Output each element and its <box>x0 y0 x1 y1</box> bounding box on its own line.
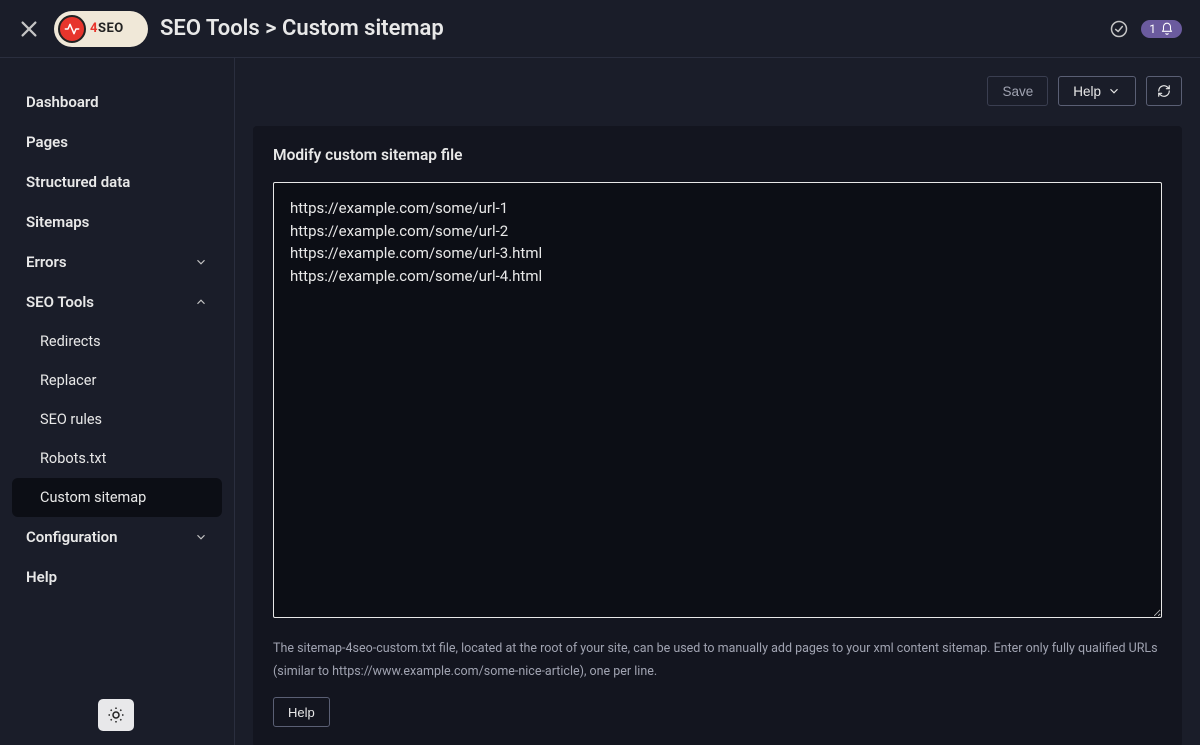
sidebar-sub-robots-txt[interactable]: Robots.txt <box>12 439 222 478</box>
refresh-button[interactable] <box>1146 76 1182 106</box>
panel-title: Modify custom sitemap file <box>273 146 1162 164</box>
sidebar-sub-seo-rules[interactable]: SEO rules <box>12 400 222 439</box>
sidebar-item-pages[interactable]: Pages <box>12 122 222 162</box>
help-dropdown-button[interactable]: Help <box>1058 76 1136 106</box>
sidebar-item-dashboard[interactable]: Dashboard <box>12 82 222 122</box>
sidebar-item-configuration[interactable]: Configuration <box>12 517 222 557</box>
toolbar: Save Help <box>253 76 1182 106</box>
sidebar-item-structured-data[interactable]: Structured data <box>12 162 222 202</box>
sidebar-item-errors[interactable]: Errors <box>12 242 222 282</box>
app-logo: 4SEO <box>54 11 148 47</box>
sidebar-item-help[interactable]: Help <box>12 557 222 597</box>
panel-help-button[interactable]: Help <box>273 697 330 727</box>
sitemap-textarea[interactable] <box>273 182 1162 618</box>
sidebar-sub-redirects[interactable]: Redirects <box>12 322 222 361</box>
save-button[interactable]: Save <box>987 76 1048 106</box>
top-bar: 4SEO SEO Tools > Custom sitemap 1 <box>0 0 1200 58</box>
chevron-down-icon <box>194 255 208 269</box>
close-icon[interactable] <box>18 18 40 40</box>
notification-count: 1 <box>1149 22 1156 36</box>
chevron-up-icon <box>194 295 208 309</box>
sun-icon <box>107 706 125 724</box>
sidebar: Dashboard Pages Structured data Sitemaps… <box>0 58 235 745</box>
chevron-down-icon <box>1107 84 1121 98</box>
logo-pulse-icon <box>58 15 86 43</box>
logo-text: 4SEO <box>90 21 124 36</box>
theme-toggle-button[interactable] <box>98 699 134 731</box>
hint-text: The sitemap-4seo-custom.txt file, locate… <box>273 638 1162 683</box>
breadcrumb: SEO Tools > Custom sitemap <box>160 16 444 41</box>
sitemap-panel: Modify custom sitemap file The sitemap-4… <box>253 126 1182 745</box>
refresh-icon <box>1157 84 1171 98</box>
bell-icon <box>1160 22 1174 36</box>
chevron-down-icon <box>194 530 208 544</box>
status-check-icon[interactable] <box>1109 19 1129 39</box>
notifications-pill[interactable]: 1 <box>1141 20 1182 38</box>
sidebar-sub-custom-sitemap[interactable]: Custom sitemap <box>12 478 222 517</box>
sidebar-sub-replacer[interactable]: Replacer <box>12 361 222 400</box>
main-content: Save Help Modify custom sitemap file The… <box>235 58 1200 745</box>
sidebar-item-seo-tools[interactable]: SEO Tools <box>12 282 222 322</box>
sidebar-item-sitemaps[interactable]: Sitemaps <box>12 202 222 242</box>
